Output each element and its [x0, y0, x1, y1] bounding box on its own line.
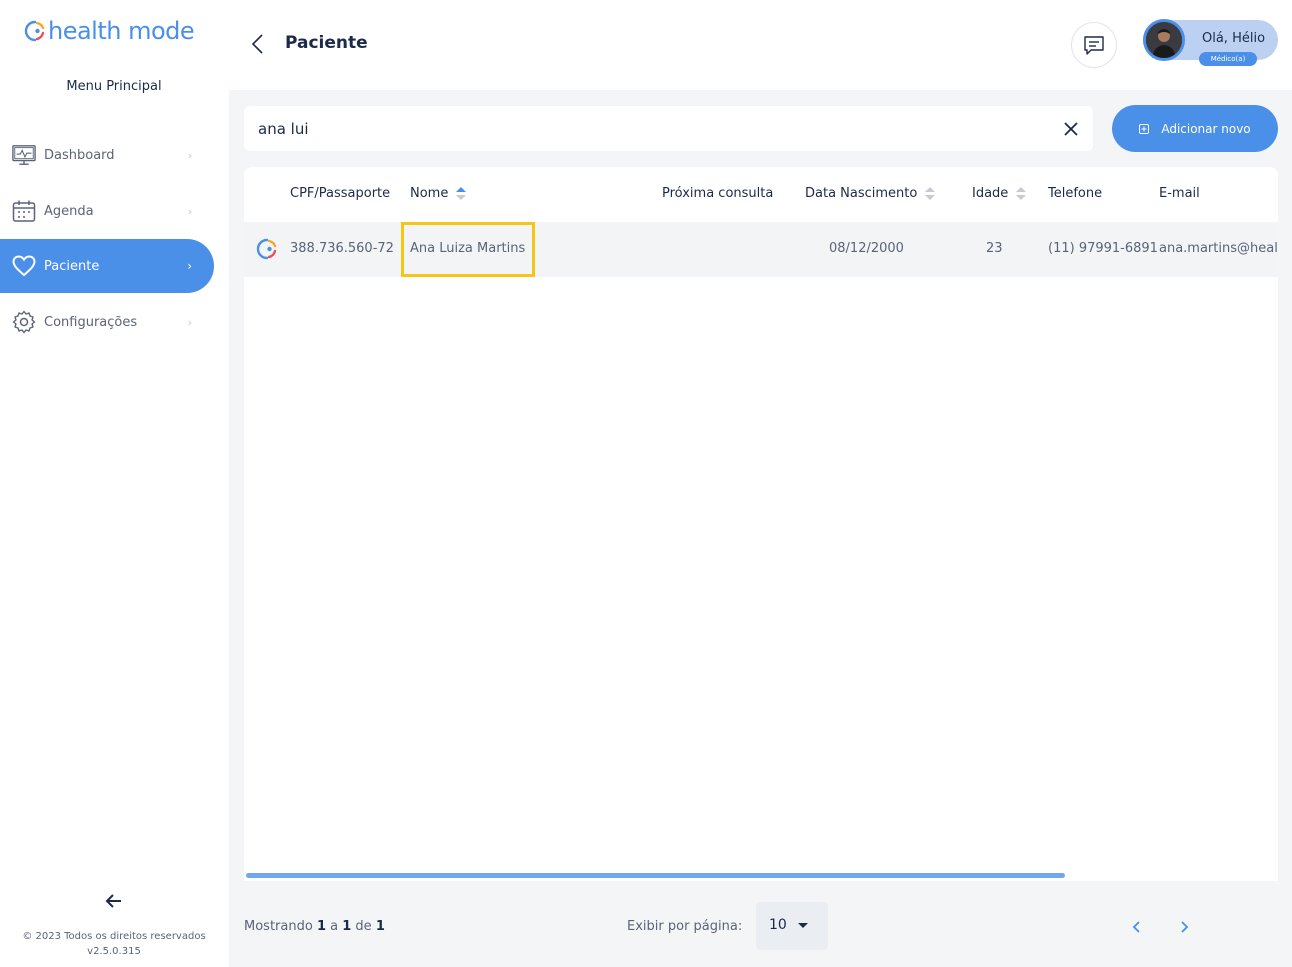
clear-search-button[interactable] [1059, 117, 1083, 141]
column-header-label: Telefone [1048, 186, 1103, 201]
search-input[interactable] [258, 106, 1038, 151]
chat-icon [1084, 36, 1104, 55]
total-separator: de [355, 919, 372, 934]
health-mode-logo-icon [24, 20, 45, 42]
avatar [1143, 19, 1185, 61]
sidebar-item-agenda[interactable]: Agenda › [0, 184, 214, 238]
column-header-label: E-mail [1159, 186, 1200, 201]
horizontal-scrollbar[interactable] [246, 873, 1065, 878]
user-menu[interactable]: Olá, Hélio Médico(a) [1143, 19, 1278, 66]
sidebar-item-label: Configurações [44, 314, 138, 330]
close-icon [1064, 122, 1078, 136]
column-header-label: Nome [410, 186, 449, 201]
previous-page-button[interactable] [1124, 915, 1148, 939]
sort-icon[interactable] [1016, 186, 1027, 201]
page-title: Paciente [285, 33, 368, 53]
search-bar [244, 106, 1093, 151]
back-button[interactable] [245, 30, 269, 58]
per-page-select[interactable]: 10 [756, 902, 828, 950]
sidebar-item-label: Agenda [44, 203, 94, 219]
range-to: 1 [342, 919, 352, 934]
next-page-button[interactable] [1173, 915, 1197, 939]
column-header-nome[interactable]: Nome [410, 186, 467, 201]
chevron-right-icon: › [187, 204, 192, 218]
column-header-cpf[interactable]: CPF/Passaporte [290, 186, 390, 201]
range-separator: a [330, 919, 339, 934]
cell-email: ana.martins@healt [1159, 241, 1278, 256]
version-text: v2.5.0.315 [87, 946, 141, 957]
caret-down-icon [798, 923, 808, 928]
top-header: Paciente Olá, Hélio Médico(a) [229, 0, 1292, 90]
per-page-value: 10 [769, 917, 787, 933]
column-header-label: Data Nascimento [805, 186, 918, 201]
plus-square-icon [1139, 123, 1150, 134]
brand-logo[interactable]: health mode [24, 14, 195, 48]
pagination-summary: Mostrando 1 a 1 de 1 [244, 919, 385, 934]
patients-table: CPF/Passaporte Nome Próxima consulta Dat… [244, 167, 1278, 881]
monitor-icon [12, 143, 36, 167]
health-mode-logo-icon [256, 238, 277, 260]
sidebar-item-label: Paciente [44, 258, 100, 274]
brand-name: health mode [48, 17, 195, 45]
chevron-right-icon: › [187, 315, 192, 329]
sort-ascending-icon[interactable] [456, 186, 467, 201]
column-header-data-nascimento[interactable]: Data Nascimento [805, 186, 936, 201]
showing-label: Mostrando [244, 919, 313, 934]
column-header-idade[interactable]: Idade [972, 186, 1027, 201]
messages-button[interactable] [1071, 22, 1117, 68]
chevron-right-icon: › [187, 259, 192, 273]
column-header-email[interactable]: E-mail [1159, 186, 1200, 201]
sort-icon[interactable] [925, 186, 936, 201]
chevron-right-icon: › [187, 148, 192, 162]
cell-idade: 23 [986, 241, 1003, 256]
cell-nome[interactable]: Ana Luiza Martins [410, 241, 525, 256]
column-header-label: CPF/Passaporte [290, 186, 391, 201]
column-header-proxima-consulta[interactable]: Próxima consulta [662, 186, 773, 201]
table-row[interactable]: 388.736.560-72 Ana Luiza Martins 08/12/2… [244, 222, 1278, 277]
sidebar-footer: © 2023 Todos os direitos reservados v2.5… [0, 929, 228, 959]
range-from: 1 [316, 919, 326, 934]
sidebar-item-label: Dashboard [44, 147, 115, 163]
chevron-left-icon [251, 34, 263, 54]
range-total: 1 [375, 919, 385, 934]
copyright-text: © 2023 Todos os direitos reservados [22, 931, 206, 942]
column-header-label: Próxima consulta [662, 186, 774, 201]
arrow-left-icon [105, 894, 121, 908]
sidebar-item-dashboard[interactable]: Dashboard › [0, 128, 214, 182]
cell-telefone: (11) 97991-6891 [1048, 241, 1158, 256]
chevron-right-icon [1181, 921, 1189, 933]
cell-cpf: 388.736.560-72 [290, 241, 394, 256]
user-greeting: Olá, Hélio [1202, 31, 1266, 46]
menu-title: Menu Principal [66, 79, 162, 94]
add-new-button[interactable]: Adicionar novo [1112, 105, 1278, 152]
chevron-left-icon [1132, 921, 1140, 933]
column-header-telefone[interactable]: Telefone [1048, 186, 1102, 201]
collapse-sidebar-button[interactable] [100, 888, 128, 914]
sidebar-item-paciente[interactable]: Paciente › [0, 239, 214, 293]
heart-icon [12, 254, 36, 278]
sidebar-item-configuracoes[interactable]: Configurações › [0, 295, 214, 349]
cell-data-nascimento: 08/12/2000 [829, 241, 904, 256]
column-header-label: Idade [972, 186, 1009, 201]
per-page-label: Exibir por página: [627, 919, 743, 934]
gear-icon [12, 310, 36, 334]
role-badge: Médico(a) [1199, 52, 1257, 66]
sidebar: health mode Menu Principal Dashboard › A… [0, 0, 229, 967]
add-new-label: Adicionar novo [1161, 121, 1251, 136]
calendar-icon [12, 199, 36, 223]
